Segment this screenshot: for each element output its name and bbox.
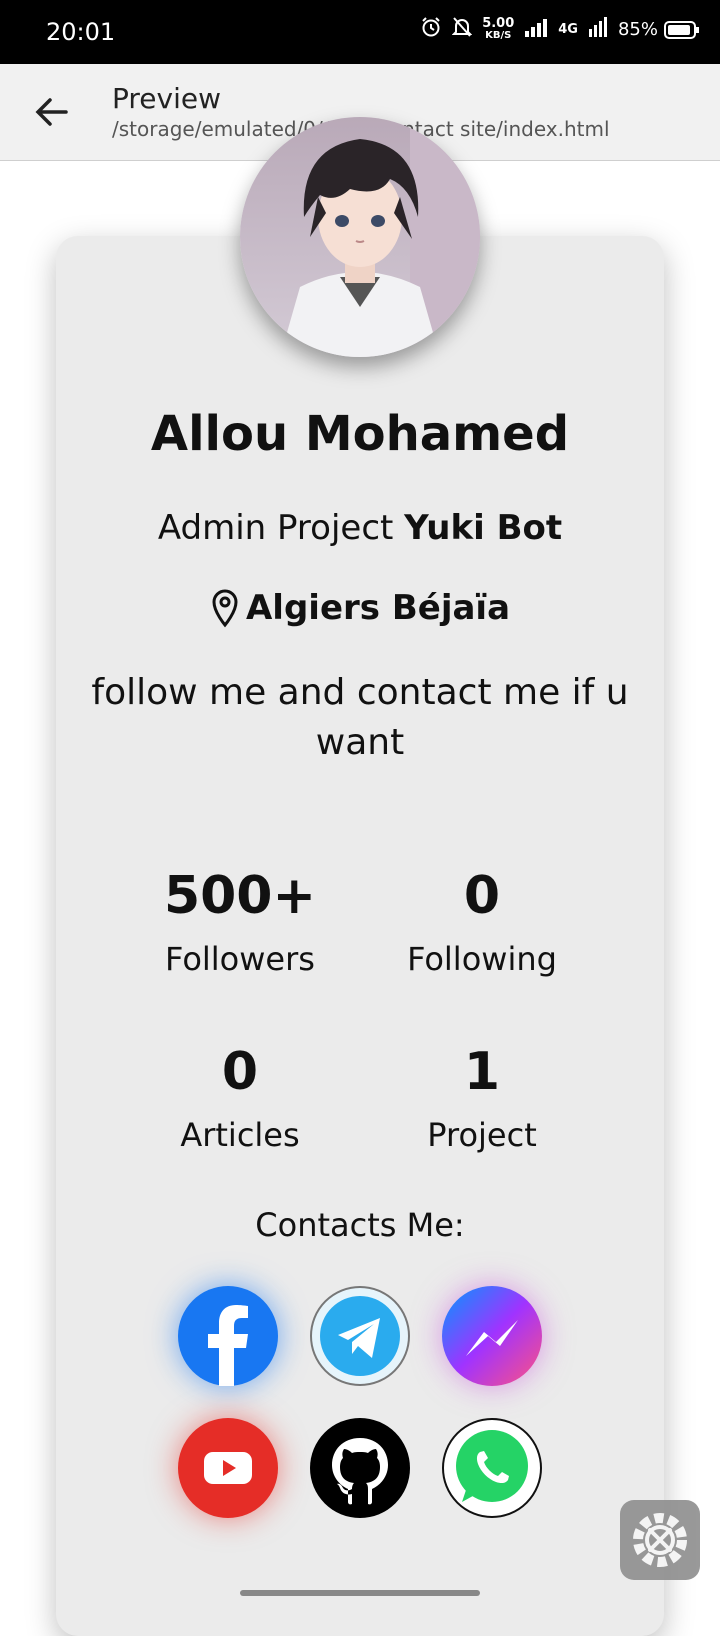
stat-articles: 0 Articles: [120, 1042, 360, 1154]
stat-followers: 500+ Followers: [120, 866, 360, 978]
telegram-link[interactable]: [310, 1286, 410, 1386]
gear-icon: [633, 1513, 687, 1567]
stat-value: 500+: [163, 866, 317, 926]
messenger-icon: [466, 1320, 518, 1356]
status-time: 20:01: [46, 18, 116, 46]
status-icons: 5.00 KB/S 4G 85%: [420, 16, 700, 43]
mute-bell-icon: [451, 16, 473, 43]
net-speed-value: 5.00: [482, 15, 515, 31]
battery-percent: 85%: [617, 19, 658, 40]
net-speed-unit: KB/S: [485, 29, 512, 41]
location-text: Algiers Béjaïa: [245, 588, 511, 628]
profile-location: Algiers Béjaïa: [0, 588, 720, 628]
stat-label: Articles: [180, 1116, 300, 1154]
home-indicator[interactable]: [240, 1590, 480, 1596]
back-arrow-icon: [35, 98, 68, 126]
signal-icon-2: [588, 17, 608, 42]
stat-value: 0: [463, 866, 501, 926]
whatsapp-icon: [456, 1430, 528, 1502]
role-prefix: Admin Project: [157, 508, 394, 548]
stat-project: 1 Project: [362, 1042, 602, 1154]
battery: 85%: [618, 19, 700, 40]
github-link[interactable]: [310, 1418, 410, 1518]
floating-settings-button[interactable]: [620, 1500, 700, 1580]
youtube-link[interactable]: [178, 1418, 278, 1518]
avatar: [240, 117, 480, 357]
facebook-icon: [208, 1305, 248, 1386]
stat-value: 1: [463, 1042, 501, 1102]
youtube-icon: [204, 1452, 252, 1484]
profile-bio: follow me and contact me if u want: [91, 672, 629, 763]
app-bar-title: Preview: [112, 82, 221, 115]
facebook-link[interactable]: [178, 1286, 278, 1386]
signal-icon: [524, 17, 548, 42]
location-pin-icon: [212, 589, 238, 628]
alarm-icon: [420, 16, 442, 43]
back-button[interactable]: [30, 90, 74, 134]
network-speed: 5.00 KB/S: [482, 15, 515, 42]
battery-icon: [664, 20, 699, 39]
stat-label: Following: [407, 940, 557, 978]
status-bar: 20:01 5.00 KB/S 4G 85%: [0, 0, 720, 64]
telegram-icon: [320, 1296, 400, 1376]
stat-following: 0 Following: [362, 866, 602, 978]
profile-name: Allou Mohamed: [150, 406, 570, 462]
profile-role: Admin Project Yuki Bot: [0, 508, 720, 548]
network-type: 4G: [558, 22, 578, 37]
github-icon: [332, 1438, 388, 1505]
messenger-link[interactable]: [442, 1286, 542, 1386]
stat-label: Followers: [165, 940, 315, 978]
role-project: Yuki Bot: [404, 508, 563, 548]
contacts-heading: Contacts Me:: [255, 1206, 465, 1244]
stat-label: Project: [427, 1116, 537, 1154]
stat-value: 0: [221, 1042, 259, 1102]
whatsapp-link[interactable]: [442, 1418, 542, 1518]
